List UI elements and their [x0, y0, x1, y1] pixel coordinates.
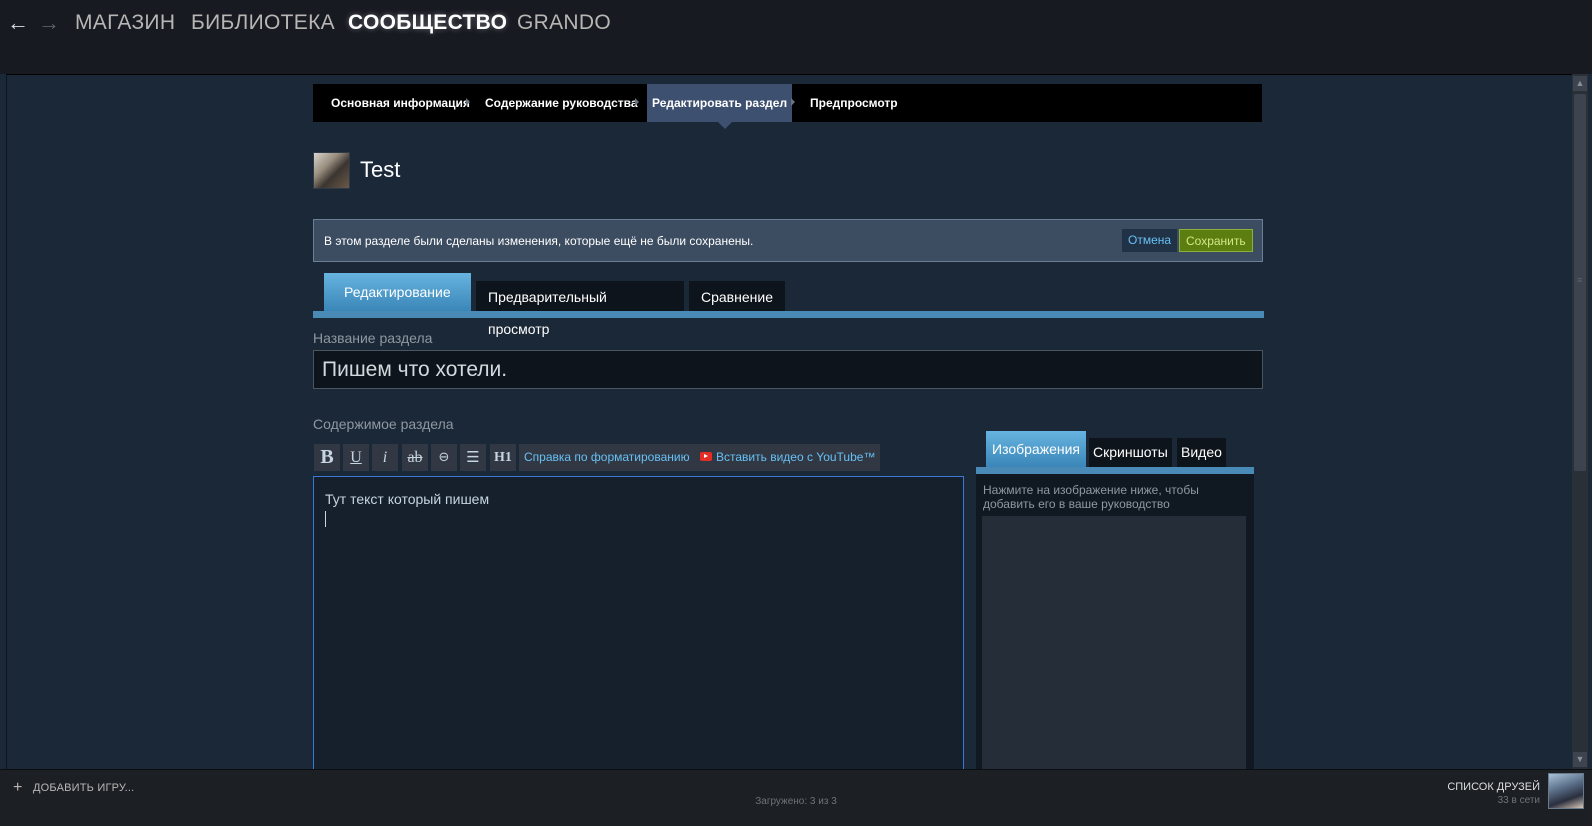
tab-underline-bar: [313, 311, 1264, 318]
underline-button[interactable]: U: [343, 444, 369, 471]
cancel-button[interactable]: Отмена: [1122, 229, 1178, 252]
media-panel: Нажмите на изображение ниже, чтобы добав…: [976, 474, 1254, 776]
plus-icon[interactable]: +: [13, 779, 22, 797]
chevron-right-icon: [791, 98, 795, 106]
chevron-right-icon: [466, 98, 470, 106]
breadcrumb: Основная информация Содержание руководст…: [313, 84, 1262, 122]
italic-button[interactable]: i: [372, 444, 398, 471]
heading-button[interactable]: H1: [490, 444, 516, 471]
tab-compare[interactable]: Сравнение: [689, 281, 785, 313]
scroll-up-icon[interactable]: ▲: [1573, 76, 1587, 91]
nav-user-profile[interactable]: GRANDO: [517, 11, 611, 35]
back-arrow-icon[interactable]: ←: [7, 11, 29, 35]
text-caret: [325, 511, 326, 527]
media-hint-text: Нажмите на изображение ниже, чтобы добав…: [983, 483, 1199, 511]
friends-online-count: 33 в сети: [1497, 795, 1540, 806]
top-navigation-bar: ← → МАГАЗИН БИБЛИОТЕКА СООБЩЕСТВО GRANDO: [0, 0, 1592, 74]
section-title-input[interactable]: [313, 350, 1263, 389]
crumb-edit-section[interactable]: Редактировать раздел: [647, 84, 793, 122]
link-icon[interactable]: ⊖: [431, 444, 457, 471]
author-avatar[interactable]: [313, 152, 350, 189]
insert-youtube-label: Вставить видео с YouTube™: [716, 450, 876, 464]
vertical-scrollbar[interactable]: ▲ ≡ ▼: [1572, 74, 1588, 769]
list-icon[interactable]: ☰: [460, 444, 486, 471]
tab-video[interactable]: Видео: [1177, 438, 1226, 467]
tab-screenshots[interactable]: Скриншоты: [1089, 438, 1172, 467]
add-game-button[interactable]: ДОБАВИТЬ ИГРУ...: [33, 782, 134, 794]
section-title-label: Название раздела: [313, 330, 433, 346]
media-tab-underline-bar: [976, 467, 1254, 474]
footer-bar: + ДОБАВИТЬ ИГРУ... Загружено: 3 из 3 СПИ…: [0, 769, 1592, 826]
nav-store[interactable]: МАГАЗИН: [75, 11, 175, 35]
youtube-icon: [700, 452, 712, 462]
tab-edit[interactable]: Редактирование: [324, 273, 471, 311]
notice-text: В этом разделе были сделаны изменения, к…: [324, 234, 754, 248]
unsaved-changes-notice: В этом разделе были сделаны изменения, к…: [313, 219, 1263, 262]
formatting-help-button[interactable]: Справка по форматированию: [519, 444, 695, 471]
media-image-list[interactable]: [982, 516, 1246, 776]
scroll-down-icon[interactable]: ▼: [1573, 752, 1587, 767]
section-content-editor[interactable]: Тут текст который пишем: [313, 476, 964, 776]
download-status: Загружено: 3 из 3: [755, 796, 837, 807]
insert-youtube-button[interactable]: Вставить видео с YouTube™: [695, 444, 881, 471]
nav-library[interactable]: БИБЛИОТЕКА: [191, 11, 335, 35]
active-crumb-pointer: [717, 121, 733, 129]
bold-button[interactable]: B: [314, 444, 340, 471]
strikethrough-button[interactable]: ab: [402, 444, 428, 471]
chevron-right-icon: [635, 98, 639, 106]
scrollbar-thumb[interactable]: ≡: [1574, 94, 1586, 471]
grip-icon: ≡: [1577, 275, 1583, 285]
friends-list-button[interactable]: СПИСОК ДРУЗЕЙ: [1447, 781, 1540, 793]
crumb-guide-contents[interactable]: Содержание руководства: [480, 84, 643, 122]
nav-community[interactable]: СООБЩЕСТВО: [348, 11, 507, 35]
tab-images[interactable]: Изображения: [986, 431, 1086, 467]
friends-avatar[interactable]: [1548, 773, 1584, 809]
save-button[interactable]: Сохранить: [1179, 229, 1253, 252]
editor-text: Тут текст который пишем: [325, 491, 490, 507]
crumb-preview[interactable]: Предпросмотр: [805, 84, 903, 122]
tab-preview[interactable]: Предварительный просмотр: [476, 281, 684, 337]
crumb-basic-info[interactable]: Основная информация: [326, 84, 475, 122]
section-content-label: Содержимое раздела: [313, 416, 454, 432]
guide-author-title: Test: [360, 157, 401, 182]
forward-arrow-icon[interactable]: →: [38, 11, 60, 35]
